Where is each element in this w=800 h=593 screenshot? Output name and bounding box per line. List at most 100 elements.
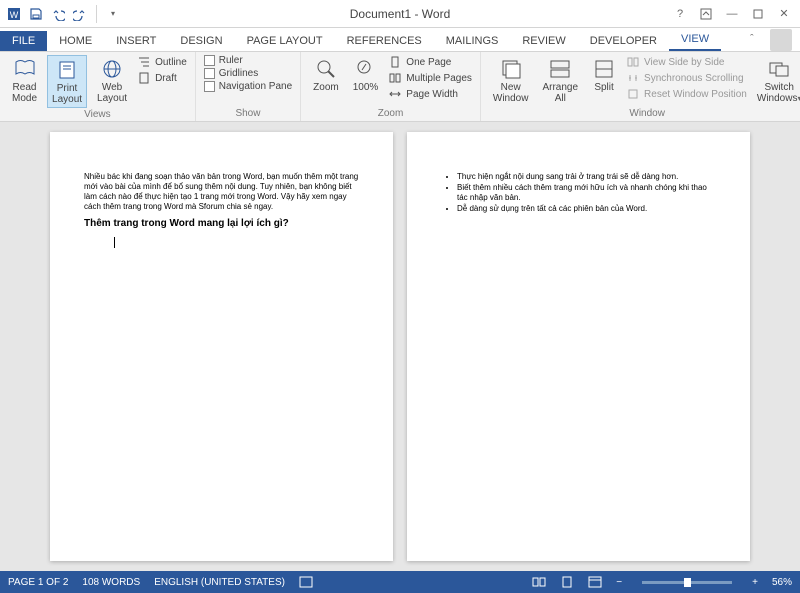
group-views: Read Mode Print Layout Web Layout Outlin… bbox=[0, 52, 196, 121]
switch-windows-icon bbox=[767, 57, 791, 81]
draft-button[interactable]: Draft bbox=[137, 71, 187, 85]
collapse-ribbon-icon[interactable]: ˆ bbox=[750, 33, 764, 47]
reset-window-position-button[interactable]: Reset Window Position bbox=[626, 87, 747, 101]
tab-developer[interactable]: DEVELOPER bbox=[578, 31, 669, 51]
arrange-all-icon bbox=[548, 57, 572, 81]
outline-button[interactable]: Outline bbox=[137, 55, 187, 69]
view-side-by-side-label: View Side by Side bbox=[644, 57, 724, 68]
list-item[interactable]: Thực hiện ngắt nội dung sang trải ở tran… bbox=[457, 172, 716, 182]
undo-icon[interactable] bbox=[50, 6, 66, 22]
zoom-slider[interactable] bbox=[642, 581, 732, 584]
reset-window-position-label: Reset Window Position bbox=[644, 89, 747, 100]
tab-view[interactable]: VIEW bbox=[669, 29, 721, 51]
page-width-button[interactable]: Page Width bbox=[388, 87, 472, 101]
web-layout-label: Web Layout bbox=[97, 82, 127, 104]
tab-references[interactable]: REFERENCES bbox=[335, 31, 434, 51]
reset-window-icon bbox=[626, 87, 640, 101]
title-bar: W ▾ Document1 - Word ? — ✕ bbox=[0, 0, 800, 28]
one-page-icon bbox=[388, 55, 402, 69]
hundred-percent-button[interactable]: 100% bbox=[349, 55, 383, 107]
list-item[interactable]: Dễ dàng sử dụng trên tất cả các phiên bả… bbox=[457, 204, 716, 214]
ribbon-tabs: FILE HOME INSERT DESIGN PAGE LAYOUT REFE… bbox=[0, 28, 800, 52]
gridlines-label: Gridlines bbox=[219, 68, 258, 79]
close-icon[interactable]: ✕ bbox=[772, 5, 796, 23]
arrange-all-label: Arrange All bbox=[542, 82, 578, 104]
maximize-icon[interactable] bbox=[746, 5, 770, 23]
draft-icon bbox=[137, 71, 151, 85]
tab-mailings[interactable]: MAILINGS bbox=[434, 31, 511, 51]
hundred-percent-label: 100% bbox=[353, 82, 379, 93]
checkbox-icon bbox=[204, 55, 215, 66]
read-mode-label: Read Mode bbox=[12, 82, 37, 104]
tab-home[interactable]: HOME bbox=[47, 31, 104, 51]
redo-icon[interactable] bbox=[72, 6, 88, 22]
switch-windows-label: Switch Windows▾ bbox=[757, 82, 800, 104]
user-avatar[interactable] bbox=[770, 29, 792, 51]
zoom-out-button[interactable]: − bbox=[616, 577, 622, 588]
ruler-checkbox[interactable]: Ruler bbox=[204, 55, 292, 66]
group-window-label: Window bbox=[489, 107, 800, 119]
list-item[interactable]: Biết thêm nhiều cách thêm trang mới hữu … bbox=[457, 183, 716, 203]
heading[interactable]: Thêm trang trong Word mang lại lợi ích g… bbox=[84, 218, 359, 229]
new-window-button[interactable]: New Window bbox=[489, 55, 533, 107]
macro-indicator-icon[interactable] bbox=[299, 576, 313, 588]
minimize-icon[interactable]: — bbox=[720, 5, 744, 23]
tab-design[interactable]: DESIGN bbox=[168, 31, 234, 51]
tab-file[interactable]: FILE bbox=[0, 31, 47, 51]
one-page-label: One Page bbox=[406, 57, 451, 68]
outline-label: Outline bbox=[155, 57, 187, 68]
web-layout-button[interactable]: Web Layout bbox=[93, 55, 131, 108]
word-app-icon: W bbox=[6, 6, 22, 22]
group-zoom: Zoom 100% One Page Multiple Pages Page W… bbox=[301, 52, 481, 121]
group-views-label: Views bbox=[8, 108, 187, 120]
tab-page-layout[interactable]: PAGE LAYOUT bbox=[235, 31, 335, 51]
zoom-button[interactable]: Zoom bbox=[309, 55, 343, 107]
view-side-by-side-button[interactable]: View Side by Side bbox=[626, 55, 747, 69]
qat-customize-dropdown[interactable]: ▾ bbox=[105, 6, 121, 22]
read-mode-view-icon[interactable] bbox=[532, 576, 546, 588]
checkbox-icon bbox=[204, 68, 215, 79]
word-count[interactable]: 108 WORDS bbox=[82, 577, 140, 588]
group-window: New Window Arrange All Split View Side b… bbox=[481, 52, 800, 121]
print-layout-icon bbox=[55, 58, 79, 82]
synchronous-scrolling-button[interactable]: Synchronous Scrolling bbox=[626, 71, 747, 85]
split-icon bbox=[592, 57, 616, 81]
checkbox-icon bbox=[204, 81, 215, 92]
split-label: Split bbox=[594, 82, 613, 93]
ribbon-display-options-icon[interactable] bbox=[694, 5, 718, 23]
draft-label: Draft bbox=[155, 73, 177, 84]
zoom-in-button[interactable]: + bbox=[752, 577, 758, 588]
read-mode-icon bbox=[13, 57, 37, 81]
save-icon[interactable] bbox=[28, 6, 44, 22]
zoom-label: Zoom bbox=[313, 82, 339, 93]
side-by-side-icon bbox=[626, 55, 640, 69]
read-mode-button[interactable]: Read Mode bbox=[8, 55, 41, 108]
web-layout-view-icon[interactable] bbox=[588, 576, 602, 588]
help-icon[interactable]: ? bbox=[668, 5, 692, 23]
page-1[interactable]: Nhiều bác khi đang soạn thảo văn bản tro… bbox=[50, 132, 393, 561]
navigation-pane-checkbox[interactable]: Navigation Pane bbox=[204, 81, 292, 92]
split-button[interactable]: Split bbox=[588, 55, 620, 107]
arrange-all-button[interactable]: Arrange All bbox=[538, 55, 582, 107]
print-layout-view-icon[interactable] bbox=[560, 576, 574, 588]
paragraph[interactable]: Nhiều bác khi đang soạn thảo văn bản tro… bbox=[84, 172, 359, 212]
print-layout-label: Print Layout bbox=[52, 83, 82, 105]
gridlines-checkbox[interactable]: Gridlines bbox=[204, 68, 292, 79]
language[interactable]: ENGLISH (UNITED STATES) bbox=[154, 577, 285, 588]
zoom-icon bbox=[314, 57, 338, 81]
tab-insert[interactable]: INSERT bbox=[104, 31, 168, 51]
svg-text:W: W bbox=[10, 10, 19, 20]
zoom-percent[interactable]: 56% bbox=[772, 577, 792, 588]
window-controls: ? — ✕ bbox=[668, 5, 796, 23]
print-layout-button[interactable]: Print Layout bbox=[47, 55, 87, 108]
tab-review[interactable]: REVIEW bbox=[510, 31, 577, 51]
document-area[interactable]: Nhiều bác khi đang soạn thảo văn bản tro… bbox=[0, 122, 800, 571]
one-page-button[interactable]: One Page bbox=[388, 55, 472, 69]
switch-windows-button[interactable]: Switch Windows▾ bbox=[753, 55, 800, 107]
window-title: Document1 - Word bbox=[350, 7, 450, 21]
page-2[interactable]: Thực hiện ngắt nội dung sang trải ở tran… bbox=[407, 132, 750, 561]
page-count[interactable]: PAGE 1 OF 2 bbox=[8, 577, 68, 588]
sync-scroll-icon bbox=[626, 71, 640, 85]
text-cursor bbox=[114, 237, 115, 248]
multiple-pages-button[interactable]: Multiple Pages bbox=[388, 71, 472, 85]
